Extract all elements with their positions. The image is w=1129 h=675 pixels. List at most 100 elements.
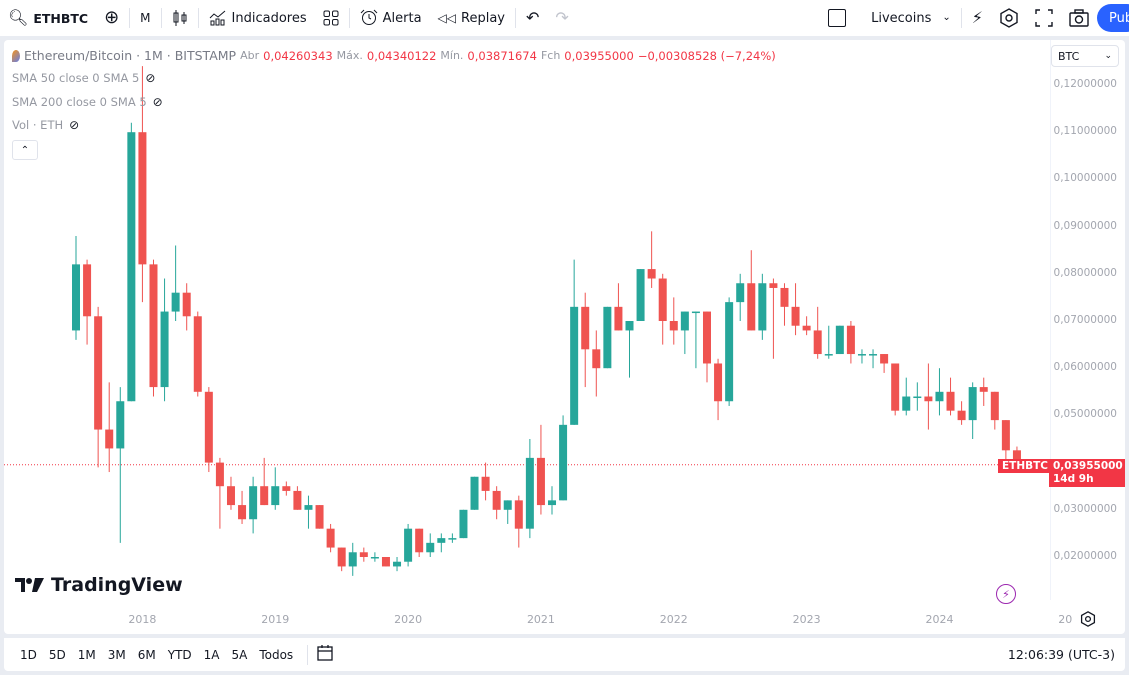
candle-body <box>891 363 900 411</box>
symbol-search[interactable]: 🔍︎ ETHBTC <box>0 0 96 36</box>
candle-body <box>747 283 756 331</box>
candle-body <box>326 528 335 548</box>
chart-type-button[interactable] <box>164 0 196 36</box>
replay-button[interactable]: ◁◁ Replay <box>430 0 513 36</box>
candle <box>714 358 723 421</box>
range-button-1m[interactable]: 1M <box>72 648 102 662</box>
range-button-3m[interactable]: 3M <box>102 648 132 662</box>
snapshot-button[interactable] <box>1061 0 1097 36</box>
eth-logo-icon <box>12 49 20 62</box>
y-tick-label: 0,12000000 <box>1053 78 1117 90</box>
eye-hidden-icon[interactable]: ⊘ <box>145 71 155 85</box>
candlestick-chart[interactable] <box>4 40 1125 634</box>
candle-body <box>393 561 402 567</box>
clock-timezone[interactable]: 12:06:39 (UTC-3) <box>1008 647 1115 662</box>
interval-button[interactable]: M <box>132 0 158 36</box>
x-tick-label: 2019 <box>261 613 290 626</box>
candle-body <box>404 528 413 562</box>
candle-body <box>83 264 92 317</box>
indicator-sma200[interactable]: SMA 200 close 0 SMA 5 ⊘ <box>12 95 163 109</box>
lightning-event-icon[interactable]: ⚡︎ <box>996 584 1016 604</box>
candle-body <box>979 387 988 392</box>
y-tick-label: 0,07000000 <box>1053 314 1117 326</box>
candle <box>780 283 789 326</box>
y-tick-label: 0,02000000 <box>1053 550 1117 562</box>
eye-hidden-icon[interactable]: ⊘ <box>69 118 79 132</box>
candle-body <box>514 500 523 529</box>
alert-button[interactable]: Alerta <box>352 0 430 36</box>
candle <box>160 278 169 402</box>
candle-body <box>315 505 324 529</box>
candle <box>559 415 568 501</box>
candle-body <box>680 311 689 331</box>
indicators-button[interactable]: Indicadores <box>201 0 315 36</box>
x-tick-label: 2024 <box>925 613 954 626</box>
range-button-todos[interactable]: Todos <box>253 648 299 662</box>
calendar-icon <box>317 645 333 661</box>
publish-button[interactable]: Pub <box>1097 4 1129 32</box>
alarm-clock-icon <box>360 9 377 25</box>
candle-body <box>614 306 623 331</box>
range-button-5d[interactable]: 5D <box>43 648 72 662</box>
candle <box>116 387 125 543</box>
redo-button[interactable]: ↷ <box>547 0 576 36</box>
range-buttons: 1D 5D 1M 3M 6M YTD 1A 5A Todos <box>4 648 299 662</box>
candle <box>370 552 379 562</box>
candle-body <box>658 278 667 321</box>
fullscreen-button[interactable] <box>1027 0 1061 36</box>
candle <box>791 283 800 336</box>
indicator-volume[interactable]: Vol · ETH ⊘ <box>12 118 79 132</box>
chart-pane[interactable]: Ethereum/Bitcoin · 1M · BITSTAMP Abr 0,04… <box>4 40 1125 634</box>
camera-icon <box>1069 9 1089 27</box>
indicator-label: Vol · ETH <box>12 118 64 132</box>
eye-hidden-icon[interactable]: ⊘ <box>153 95 163 109</box>
candle <box>514 495 523 548</box>
candle-body <box>171 292 180 312</box>
candle-body <box>116 401 125 449</box>
templates-button[interactable] <box>315 0 347 36</box>
rewind-icon: ◁◁ <box>437 11 457 25</box>
currency-select[interactable]: BTC ⌄ <box>1051 45 1119 67</box>
axis-settings-button[interactable] <box>1080 611 1096 631</box>
candle <box>891 363 900 416</box>
candle-body <box>481 476 490 491</box>
quick-search-button[interactable]: ⚡︎ <box>964 0 991 36</box>
range-button-1d[interactable]: 1D <box>14 648 43 662</box>
candle <box>857 349 866 364</box>
candle <box>603 306 612 369</box>
range-button-6m[interactable]: 6M <box>132 648 162 662</box>
candle-body <box>536 457 545 506</box>
candle-body <box>282 486 291 491</box>
undo-button[interactable]: ↶ <box>518 0 547 36</box>
close-value: 0,03955000 <box>564 48 634 63</box>
goto-date-button[interactable] <box>316 644 334 665</box>
candle-body <box>835 325 844 355</box>
settings-button[interactable] <box>991 0 1027 36</box>
candle <box>127 122 136 402</box>
candle <box>149 259 158 397</box>
compare-button[interactable]: ⊕ <box>96 0 127 36</box>
symbol-label: ETHBTC <box>33 10 89 26</box>
x-tick-label: 2020 <box>394 613 423 626</box>
candle <box>736 273 745 321</box>
range-button-1a[interactable]: 1A <box>198 648 226 662</box>
candle <box>415 528 424 557</box>
candle <box>548 486 557 515</box>
candle-body <box>669 321 678 331</box>
grid-icon <box>323 10 339 26</box>
range-button-ytd[interactable]: YTD <box>162 648 198 662</box>
candle <box>869 349 878 369</box>
indicator-sma50[interactable]: SMA 50 close 0 SMA 5 ⊘ <box>12 71 155 85</box>
candle <box>304 495 313 529</box>
candle-body <box>946 391 955 411</box>
collapse-legend-button[interactable]: ⌃ <box>12 140 38 160</box>
layout-menu[interactable]: Livecoins ⌄ <box>820 0 959 36</box>
candle <box>437 533 446 553</box>
x-tick-label: 2021 <box>526 613 555 626</box>
candle-body <box>548 500 557 506</box>
range-button-5a[interactable]: 5A <box>226 648 254 662</box>
candle-body <box>603 306 612 369</box>
symbol-price-tag: ETHBTC <box>998 459 1052 473</box>
candle-body <box>160 311 169 388</box>
candle <box>359 547 368 562</box>
